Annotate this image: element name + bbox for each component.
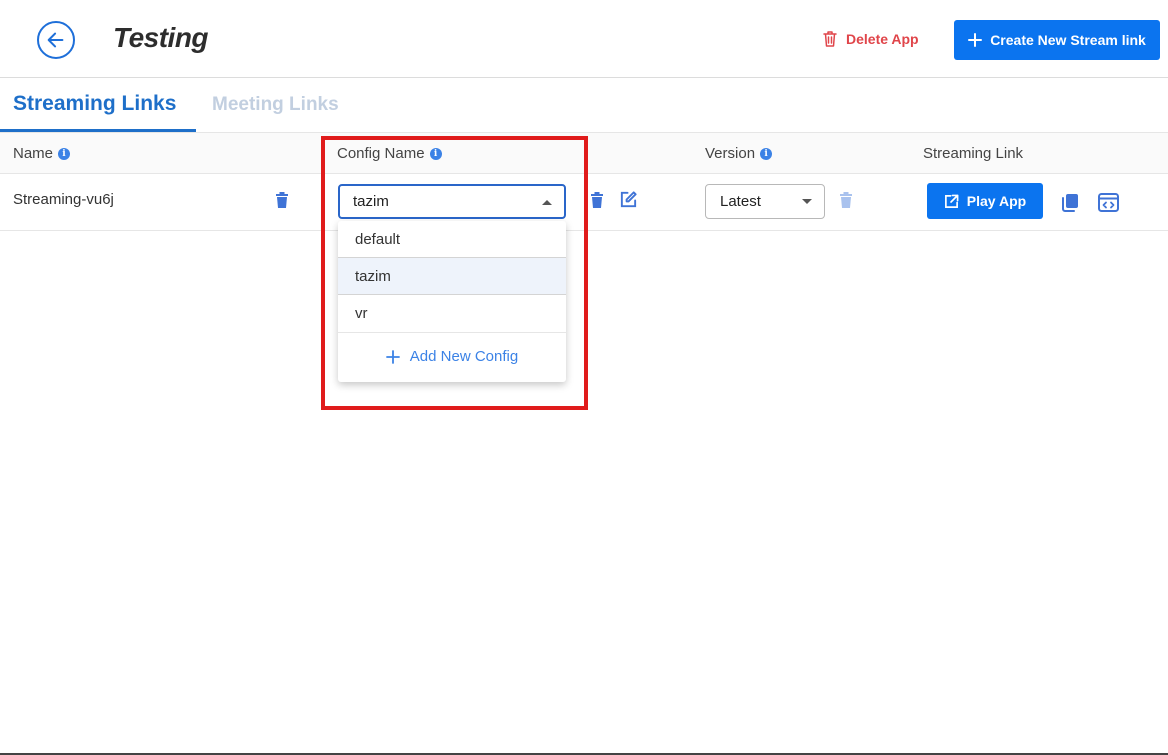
version-select-value: Latest	[720, 193, 761, 210]
embed-icon	[1097, 192, 1119, 212]
config-option-tazim[interactable]: tazim	[338, 258, 566, 295]
delete-app-button[interactable]: Delete App	[822, 30, 919, 48]
external-link-icon	[944, 194, 959, 208]
active-tab-indicator	[0, 129, 196, 132]
tab-streaming-links[interactable]: Streaming Links	[13, 92, 176, 116]
column-header-config-label: Config Name	[337, 145, 425, 162]
config-select[interactable]: tazim	[338, 184, 566, 219]
link-tabs: Streaming Links Meeting Links	[0, 78, 1168, 133]
plus-icon	[968, 33, 983, 47]
edit-config-button[interactable]	[618, 189, 638, 209]
config-option-vr[interactable]: vr	[338, 295, 566, 332]
info-icon[interactable]: i	[760, 147, 773, 160]
tab-meeting-links[interactable]: Meeting Links	[212, 94, 339, 116]
config-option-default[interactable]: default	[338, 221, 566, 258]
add-new-config-button[interactable]: Add New Config	[338, 332, 566, 380]
edit-icon	[620, 190, 637, 207]
caret-down-icon	[802, 199, 812, 204]
column-header-name-label: Name	[13, 145, 54, 162]
play-app-label: Play App	[966, 193, 1027, 209]
trash-icon	[591, 192, 603, 208]
column-header-version-label: Version	[705, 145, 756, 162]
delete-app-label: Delete App	[846, 31, 919, 47]
stream-name: Streaming-vu6j	[13, 191, 114, 208]
trash-icon	[823, 31, 837, 47]
delete-version-button[interactable]	[838, 190, 854, 210]
page-title: Testing	[113, 22, 209, 53]
trash-icon	[276, 192, 288, 208]
column-header-version: Version i	[705, 145, 773, 162]
play-app-button[interactable]: Play App	[927, 183, 1043, 219]
back-button[interactable]	[37, 21, 75, 59]
caret-up-icon	[542, 200, 552, 205]
column-header-streaming-link-label: Streaming Link	[923, 145, 1024, 162]
embed-link-button[interactable]	[1097, 192, 1119, 212]
create-stream-link-button[interactable]: Create New Stream link	[954, 20, 1160, 60]
app-header: Testing Delete App Create New Stream lin…	[0, 0, 1168, 78]
info-icon[interactable]: i	[58, 147, 71, 160]
config-dropdown-menu: default tazim vr Add New Config	[338, 221, 566, 382]
column-header-name: Name i	[13, 145, 71, 162]
back-arrow-icon	[47, 32, 64, 48]
delete-stream-button[interactable]	[274, 190, 290, 210]
trash-icon	[840, 192, 852, 208]
info-icon[interactable]: i	[429, 147, 442, 160]
add-new-config-label: Add New Config	[409, 348, 519, 365]
copy-link-button[interactable]	[1060, 192, 1080, 212]
config-select-value: tazim	[353, 193, 389, 210]
version-select[interactable]: Latest	[705, 184, 825, 219]
create-stream-link-label: Create New Stream link	[990, 32, 1146, 48]
copy-icon	[1062, 193, 1078, 212]
delete-config-button[interactable]	[589, 190, 605, 210]
plus-icon	[385, 349, 400, 364]
table-row: Streaming-vu6j tazim Latest Play App	[0, 174, 1168, 231]
table-header: Name i Config Name i Version i Streaming…	[0, 133, 1168, 174]
column-header-streaming-link: Streaming Link	[923, 145, 1023, 162]
column-header-config-name: Config Name i	[337, 145, 442, 162]
